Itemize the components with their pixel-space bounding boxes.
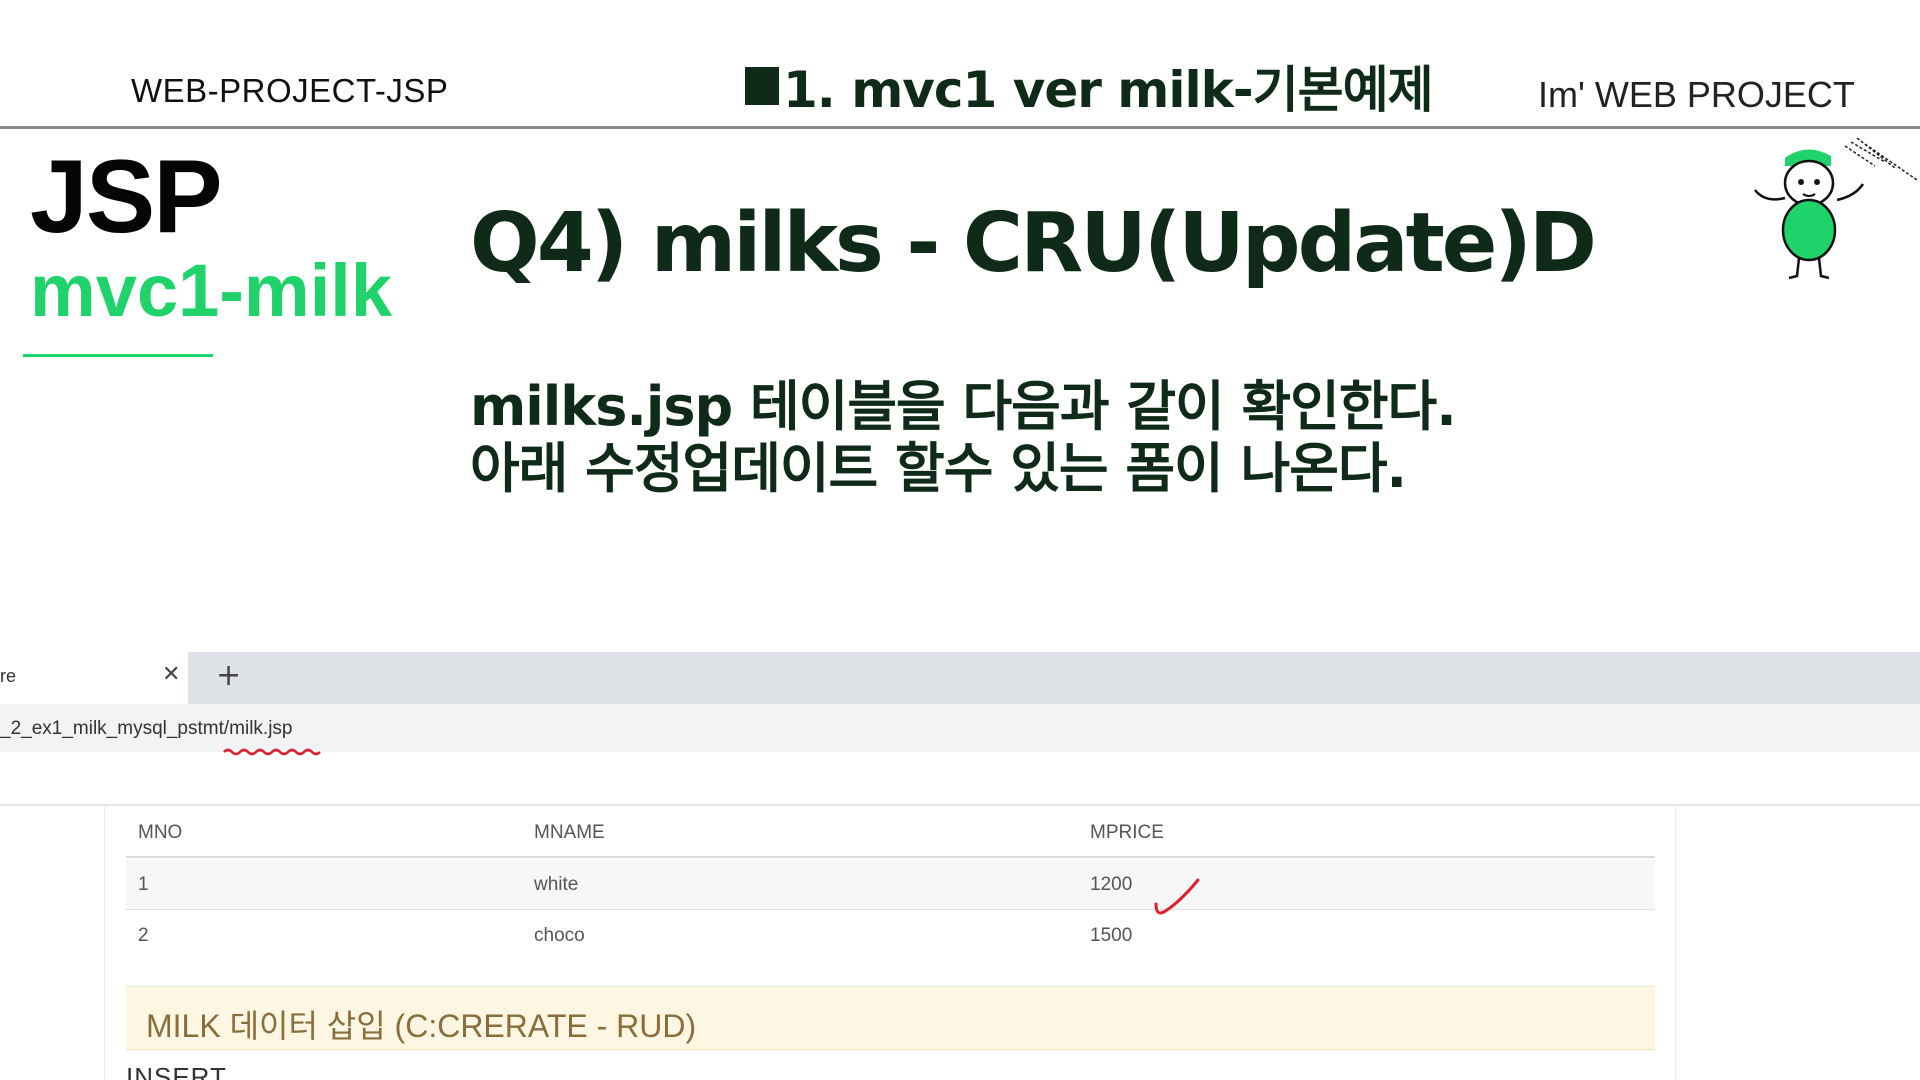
plus-icon[interactable]: + [216,658,241,693]
browser-tab[interactable]: re ✕ [0,652,188,704]
red-underline-annotation [223,748,321,756]
description: milks.jsp 테이블을 다음과 같이 확인한다. 아래 수정업데이트 할수… [470,375,1457,500]
table-header: MNO MNAME MPRICE [126,808,1655,858]
column-header-mno: MNO [138,822,183,843]
cell-mname: choco [534,925,585,946]
cell-mno: 2 [138,925,149,946]
description-line-2: 아래 수정업데이트 할수 있는 폼이 나온다. [470,437,1407,500]
header-right-title: Im' WEB PROJECT [1538,74,1855,115]
red-check-annotation [1154,878,1200,915]
mascot-icon [1754,138,1918,280]
header-left-title: WEB-PROJECT-JSP [131,72,449,109]
brand-subtitle: mvc1-milk [30,249,392,332]
table-row: 1 white 1200 [126,860,1655,910]
header-center-title: 1. mvc1 ver milk-기본예제 [745,50,1434,122]
square-bullet-icon [745,67,779,105]
cell-mprice: 1500 [1090,925,1133,946]
address-bar[interactable]: _2_ex1_milk_mysql_pstmt/milk.jsp [0,704,1920,752]
insert-section-label: INSERT [126,1062,227,1080]
brand-title: JSP [30,139,223,255]
close-icon[interactable]: ✕ [162,662,180,687]
insert-panel: MILK 데이터 삽입 (C:CRERATE - RUD) [126,986,1655,1050]
column-header-mname: MNAME [534,822,605,843]
cell-mprice: 1200 [1090,874,1133,895]
question-heading: Q4) milks - CRU(Update)D [470,196,1597,291]
description-line-1: milks.jsp 테이블을 다음과 같이 확인한다. [470,375,1457,438]
header-center-text: 1. mvc1 ver milk-기본예제 [783,61,1434,119]
url-text: _2_ex1_milk_mysql_pstmt/milk.jsp [0,718,293,739]
header-divider [0,126,1920,129]
brand-underline [23,354,213,357]
tab-title: re [0,666,17,686]
browser-tab-strip: re ✕ + [0,652,1920,704]
table-row: 2 choco 1500 [126,911,1655,961]
cell-mname: white [534,874,579,895]
column-header-mprice: MPRICE [1090,822,1164,843]
insert-panel-title: MILK 데이터 삽입 (C:CRERATE - RUD) [146,1008,697,1044]
cell-mno: 1 [138,874,149,895]
